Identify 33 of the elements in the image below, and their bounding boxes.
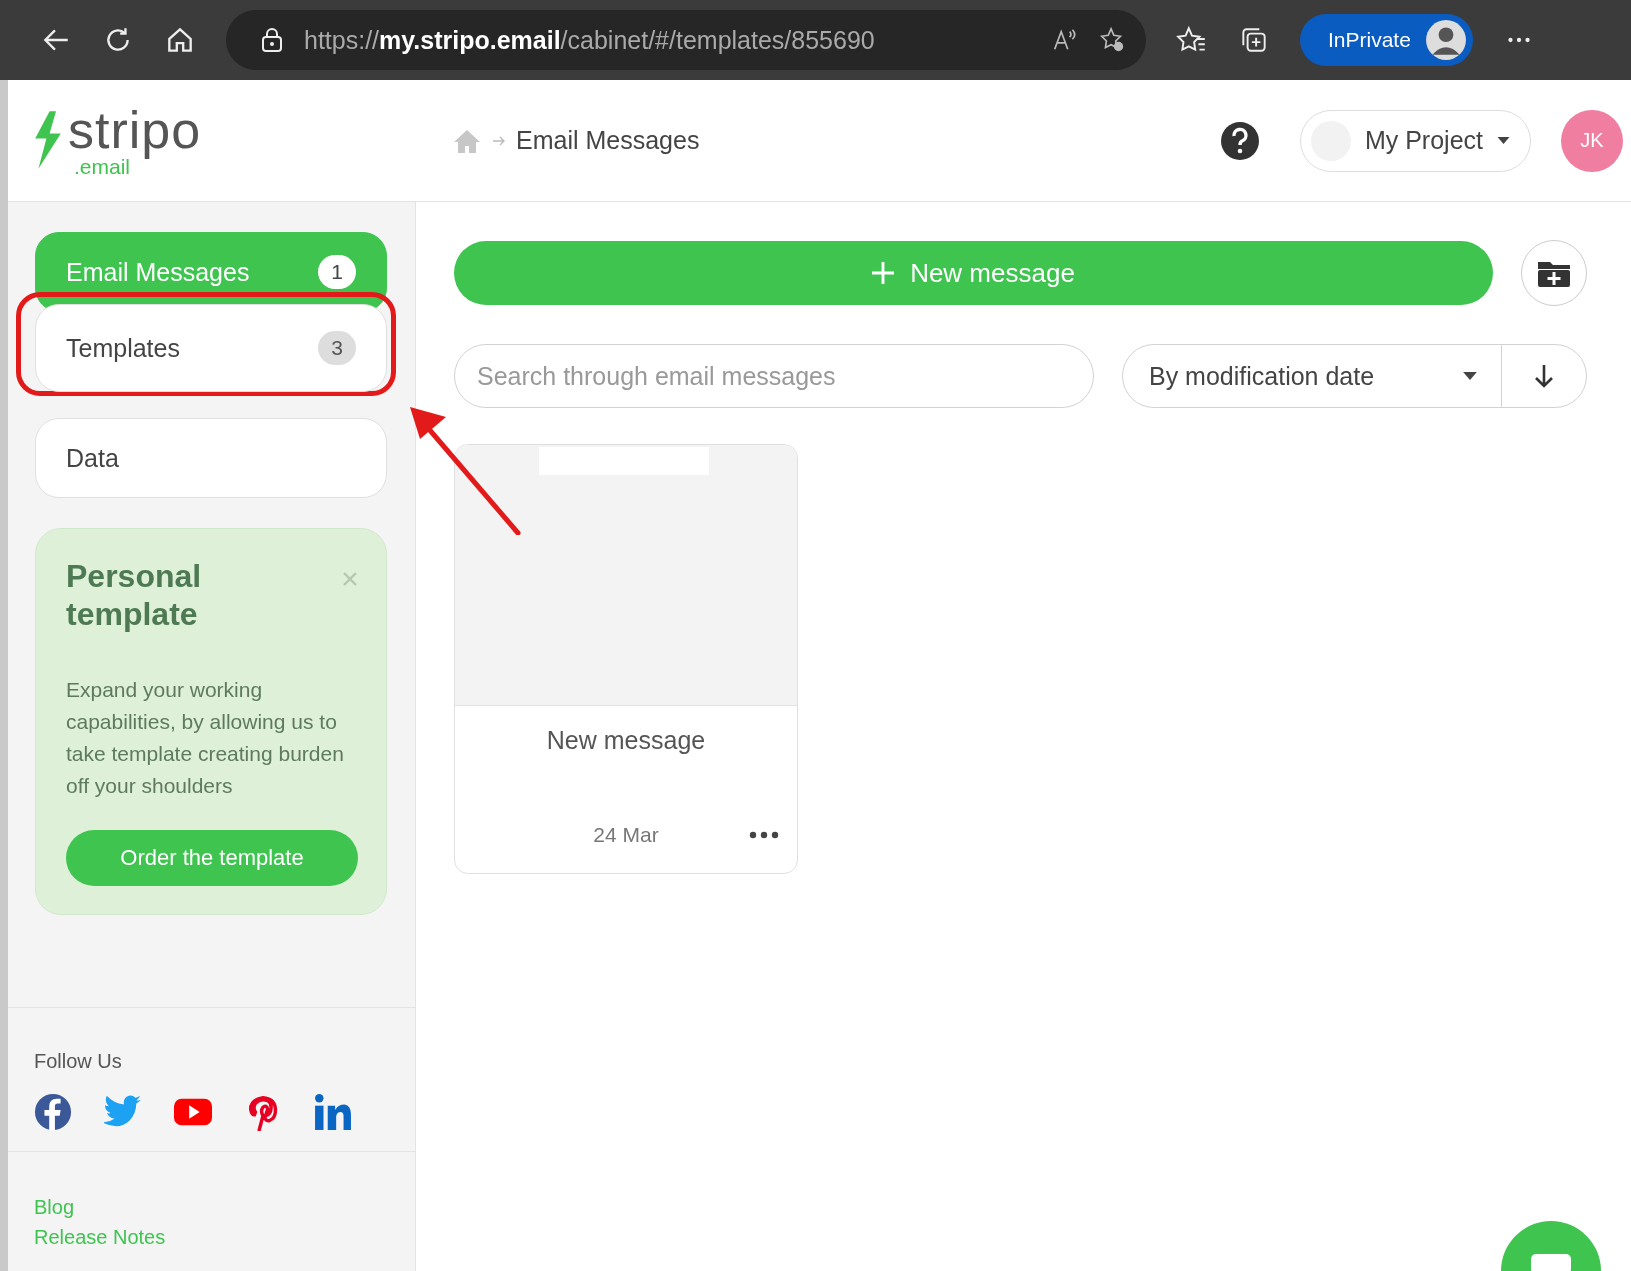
arrow-down-icon[interactable]: [1534, 364, 1554, 388]
profile-avatar-icon: [1424, 19, 1467, 61]
search-field[interactable]: Search through email messages: [454, 344, 1094, 408]
project-avatar-icon: [1310, 120, 1351, 161]
address-bar[interactable]: https://my.stripo.email/cabinet/#/templates/855690: [226, 10, 1146, 70]
sidebar-item-label: Templates: [66, 333, 180, 363]
more-icon[interactable]: [749, 831, 779, 839]
breadcrumb-text: Email Messages: [516, 126, 700, 155]
facebook-icon[interactable]: [34, 1092, 72, 1131]
arrow-icon: [492, 135, 506, 146]
promo-text: Expand your working capabilities, by allowing us to take template creating burden off your shoulders: [66, 676, 345, 799]
card-title: New message: [546, 726, 706, 755]
caret-icon: [1497, 137, 1510, 144]
lock-icon: [260, 27, 284, 53]
inprivate-badge[interactable]: InPrivate: [1300, 14, 1473, 66]
linkedin-icon[interactable]: [314, 1092, 352, 1131]
favorite-add-icon[interactable]: [1098, 26, 1126, 54]
card-date: 24 Mar: [593, 823, 659, 847]
follow-label: Follow Us: [34, 1049, 123, 1073]
sidebar-item-label: Data: [66, 443, 119, 473]
sidebar-item-label: Email Messages: [66, 257, 250, 287]
help-icon[interactable]: [1219, 120, 1260, 161]
inprivate-label: InPrivate: [1328, 28, 1411, 52]
count-badge: 1: [318, 255, 356, 289]
count-badge: 3: [318, 331, 356, 365]
promo-title: Personal template: [66, 557, 203, 634]
caret-icon: [1463, 372, 1477, 380]
sidebar-item[interactable]: Data: [35, 418, 387, 498]
logo-subtext: .email: [74, 156, 131, 177]
message-card[interactable]: New message 24 Mar: [454, 444, 798, 874]
sidebar-item[interactable]: Templates 3: [35, 304, 387, 392]
url-text: https://my.stripo.email/cabinet/#/templates/855690: [304, 25, 876, 55]
plus-icon: [872, 262, 895, 284]
